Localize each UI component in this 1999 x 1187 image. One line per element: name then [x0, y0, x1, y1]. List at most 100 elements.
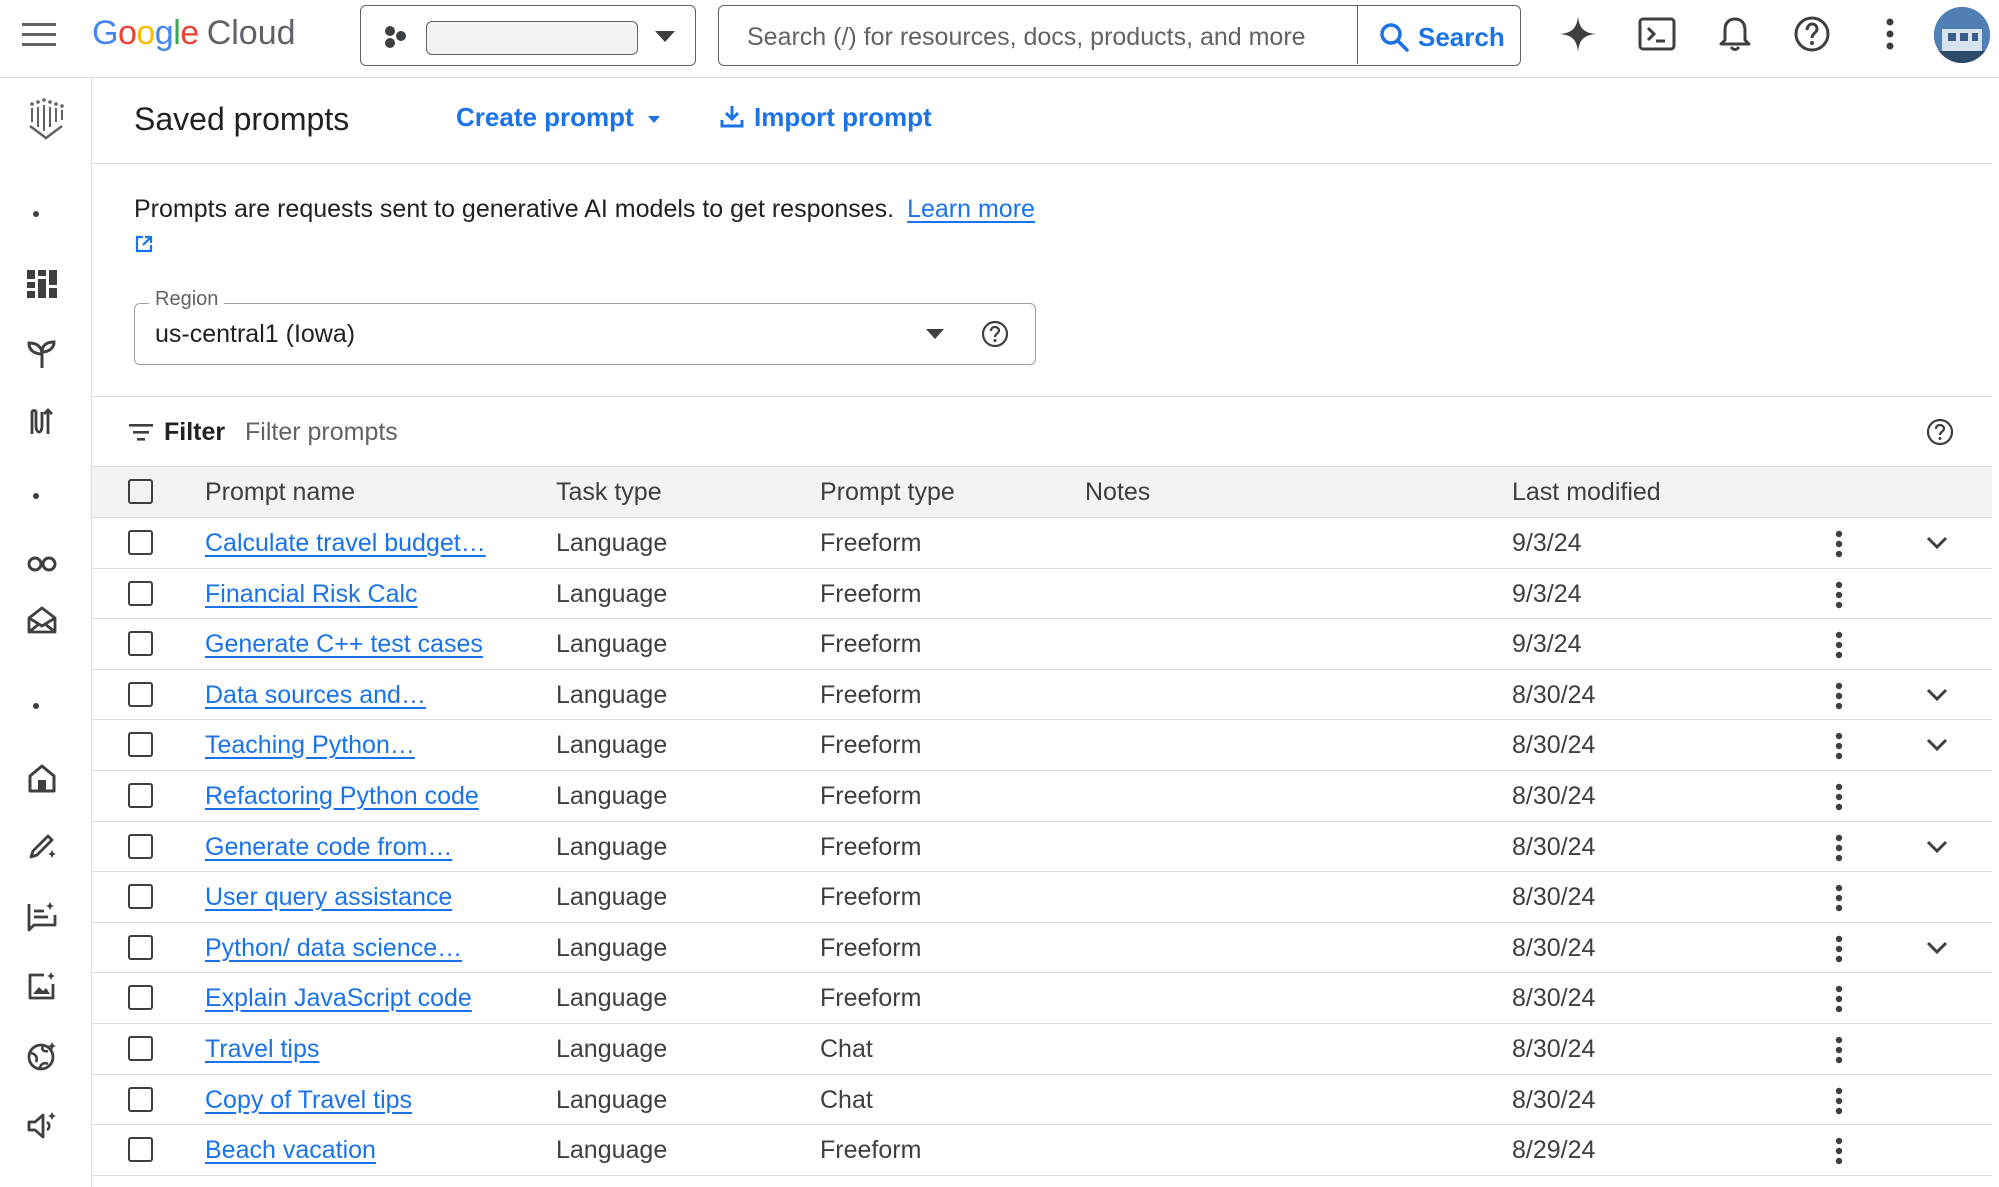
- multimodal-envelope-icon[interactable]: [26, 604, 66, 644]
- avatar[interactable]: [1934, 7, 1990, 63]
- expand-row-chevron-icon[interactable]: [1922, 832, 1952, 862]
- chat-prompt-icon[interactable]: [26, 900, 66, 940]
- column-header-prompt-type[interactable]: Prompt type: [820, 478, 955, 507]
- image-generation-icon[interactable]: [26, 970, 66, 1010]
- row-checkbox[interactable]: [128, 580, 153, 606]
- prompt-name-link[interactable]: Generate code from…: [205, 833, 452, 862]
- task-type-cell: Language: [556, 529, 668, 557]
- row-checkbox[interactable]: [128, 1035, 153, 1061]
- row-checkbox[interactable]: [128, 934, 153, 960]
- last-modified-cell: 8/30/24: [1512, 984, 1596, 1013]
- import-prompt-button[interactable]: Import prompt: [720, 102, 932, 133]
- last-modified-cell: 9/3/24: [1512, 630, 1582, 659]
- prompt-name-link[interactable]: Financial Risk Calc: [205, 580, 418, 609]
- prompt-name-link[interactable]: Copy of Travel tips: [205, 1086, 412, 1115]
- row-actions-kebab-icon[interactable]: [1834, 782, 1844, 812]
- row-actions-kebab-icon[interactable]: [1834, 984, 1844, 1014]
- help-icon[interactable]: [1792, 14, 1832, 54]
- search-button[interactable]: Search: [1357, 6, 1521, 64]
- select-all-checkbox[interactable]: [128, 479, 153, 504]
- row-actions-kebab-icon[interactable]: [1834, 580, 1844, 610]
- prompt-type-cell: Freeform: [820, 1136, 922, 1165]
- project-picker[interactable]: [360, 5, 696, 66]
- row-actions-kebab-icon[interactable]: [1834, 1035, 1844, 1065]
- expand-row-chevron-icon[interactable]: [1922, 528, 1952, 558]
- row-checkbox[interactable]: [128, 782, 153, 808]
- row-actions-kebab-icon[interactable]: [1834, 1136, 1844, 1166]
- prompt-name-link[interactable]: Calculate travel budget…: [205, 529, 486, 558]
- more-options-icon[interactable]: [1870, 14, 1910, 54]
- pipelines-icon[interactable]: [26, 406, 66, 446]
- row-actions-kebab-icon[interactable]: [1834, 833, 1844, 863]
- row-actions-kebab-icon[interactable]: [1834, 630, 1844, 660]
- row-actions-kebab-icon[interactable]: [1834, 731, 1844, 761]
- row-checkbox[interactable]: [128, 631, 153, 657]
- prompt-type-cell: Freeform: [820, 680, 922, 709]
- model-garden-sprout-icon[interactable]: [26, 338, 66, 378]
- learn-more-link[interactable]: Learn more: [907, 195, 1035, 223]
- speech-megaphone-icon[interactable]: [26, 1110, 66, 1150]
- column-header-last-modified[interactable]: Last modified: [1512, 478, 1661, 507]
- co-infinity-icon[interactable]: [26, 548, 66, 588]
- row-checkbox[interactable]: [128, 1086, 153, 1112]
- row-actions-kebab-icon[interactable]: [1834, 529, 1844, 559]
- cloud-shell-icon[interactable]: [1637, 14, 1677, 54]
- search-bar[interactable]: Search (/) for resources, docs, products…: [718, 5, 1521, 66]
- task-type-cell: Language: [556, 1085, 668, 1114]
- main-menu-icon[interactable]: [20, 20, 58, 50]
- prompt-name-link[interactable]: Generate C++ test cases: [205, 630, 483, 659]
- row-checkbox[interactable]: [128, 884, 153, 910]
- last-modified-cell: 8/30/24: [1512, 680, 1596, 709]
- prompt-name-link[interactable]: Beach vacation: [205, 1136, 376, 1165]
- table-help-icon[interactable]: [1926, 418, 1954, 446]
- expand-row-chevron-icon[interactable]: [1922, 933, 1952, 963]
- row-actions-kebab-icon[interactable]: [1834, 681, 1844, 711]
- grounding-globe-icon[interactable]: [26, 1040, 66, 1080]
- dashboard-icon[interactable]: [26, 268, 66, 308]
- project-icon: [383, 24, 409, 50]
- prompt-type-cell: Chat: [820, 1034, 873, 1063]
- task-type-cell: Language: [556, 731, 668, 760]
- row-checkbox[interactable]: [128, 732, 153, 758]
- column-header-notes[interactable]: Notes: [1085, 478, 1150, 507]
- table-row: Refactoring Python code Language Freefor…: [92, 771, 1992, 822]
- prompt-name-link[interactable]: Travel tips: [205, 1035, 319, 1064]
- home-icon[interactable]: [26, 762, 66, 802]
- row-checkbox[interactable]: [128, 681, 153, 707]
- expand-row-chevron-icon[interactable]: [1922, 680, 1952, 710]
- row-checkbox[interactable]: [128, 1137, 153, 1163]
- prompt-name-link[interactable]: Data sources and…: [205, 681, 426, 710]
- row-actions-kebab-icon[interactable]: [1834, 1086, 1844, 1116]
- notifications-bell-icon[interactable]: [1715, 14, 1755, 54]
- google-cloud-logo[interactable]: Google Cloud: [92, 14, 296, 53]
- external-link-icon[interactable]: [134, 234, 154, 254]
- prompt-pen-sparkle-icon[interactable]: [26, 830, 66, 870]
- prompt-name-link[interactable]: Refactoring Python code: [205, 782, 479, 811]
- table-row: Data sources and… Language Freeform 8/30…: [92, 670, 1992, 721]
- region-select[interactable]: Region us-central1 (Iowa): [134, 288, 1036, 365]
- prompt-type-cell: Freeform: [820, 933, 922, 962]
- row-checkbox[interactable]: [128, 985, 153, 1011]
- task-type-cell: Language: [556, 579, 668, 608]
- row-checkbox[interactable]: [128, 833, 153, 859]
- row-checkbox[interactable]: [128, 530, 153, 555]
- last-modified-cell: 9/3/24: [1512, 529, 1582, 557]
- caret-down-icon: [647, 114, 661, 124]
- search-input[interactable]: Search (/) for resources, docs, products…: [747, 23, 1306, 52]
- column-header-task-type[interactable]: Task type: [556, 478, 662, 507]
- prompt-name-link[interactable]: Python/ data science…: [205, 934, 462, 963]
- row-actions-kebab-icon[interactable]: [1834, 934, 1844, 964]
- prompt-name-link[interactable]: Teaching Python…: [205, 731, 415, 760]
- expand-row-chevron-icon[interactable]: [1922, 730, 1952, 760]
- prompt-name-link[interactable]: User query assistance: [205, 883, 452, 912]
- gemini-spark-icon[interactable]: [1558, 14, 1598, 54]
- project-name-field[interactable]: [426, 21, 638, 55]
- create-prompt-button[interactable]: Create prompt: [456, 102, 661, 133]
- row-actions-kebab-icon[interactable]: [1834, 883, 1844, 913]
- prompt-name-link[interactable]: Explain JavaScript code: [205, 984, 472, 1013]
- vertex-ai-icon[interactable]: [26, 98, 66, 140]
- filter-input[interactable]: Filter prompts: [245, 418, 398, 447]
- task-type-cell: Language: [556, 832, 668, 861]
- region-help-icon[interactable]: [981, 320, 1009, 348]
- column-header-prompt-name[interactable]: Prompt name: [205, 478, 355, 507]
